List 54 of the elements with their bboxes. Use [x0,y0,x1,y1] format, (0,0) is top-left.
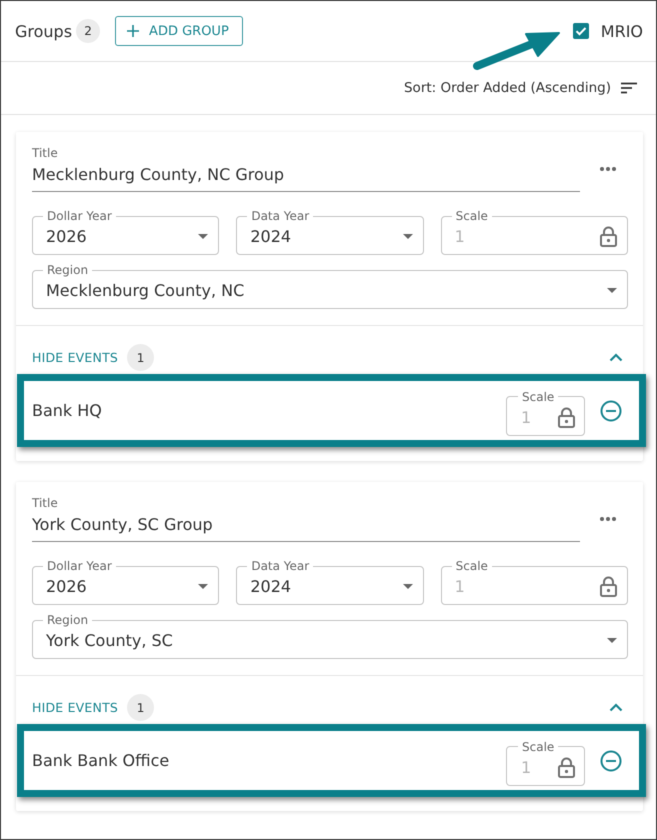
field-label: Data Year [250,559,310,573]
count-badge: 1 [127,344,154,371]
field-label: Scale [521,390,556,404]
field-label: Title [32,496,59,511]
field-label: Scale [521,740,556,754]
field-label: Data Year [250,209,310,223]
more-icon[interactable] [600,517,616,521]
input-field: Scale 1 [506,740,585,786]
hide-events-button[interactable]: HIDE EVENTS [32,700,118,715]
field-label: Dollar Year [46,559,113,573]
checkbox[interactable] [572,23,589,39]
plus-icon [127,25,140,37]
caret-down-icon [606,638,617,643]
chevron-up-icon[interactable] [609,353,623,362]
caret-down-icon [402,584,413,589]
sort-icon[interactable] [621,82,637,94]
lock-icon [600,226,617,247]
lock-icon [558,756,575,778]
remove-icon[interactable] [600,750,622,772]
count-badge: 2 [76,19,100,43]
field-label: Scale [454,209,489,223]
caret-down-icon [606,288,617,293]
chevron-up-icon[interactable] [609,703,623,712]
event-name: Bank Bank Office [32,751,170,770]
caret-down-icon [198,234,208,239]
more-icon[interactable] [600,167,616,171]
hide-events-button[interactable]: HIDE EVENTS [32,350,118,365]
checkbox-label[interactable]: MRIO [600,22,643,40]
sort-label[interactable]: Sort: Order Added (Ascending) [404,80,611,96]
title-field[interactable]: Title Mecklenburg County, NC Group [32,146,580,192]
title-field[interactable]: Title York County, SC Group [32,496,580,542]
lock-icon [558,406,575,428]
event-name: Bank HQ [32,401,103,420]
field-label: Dollar Year [46,209,113,223]
remove-icon[interactable] [600,400,622,422]
select-field[interactable]: Data Year 2024 [236,559,424,605]
caret-down-icon [402,234,413,239]
field-label: Region [46,613,90,627]
input-field: Scale 1 [440,559,628,605]
select-field[interactable]: Dollar Year 2026 [32,559,220,605]
input-field: Scale 1 [440,209,628,255]
select-field[interactable]: Dollar Year 2026 [32,209,220,255]
count-badge: 1 [127,694,154,721]
field-label: Title [32,146,59,161]
field-label: Region [46,263,90,277]
add-group-button[interactable]: ADD GROUP [115,16,243,46]
select-field[interactable]: Data Year 2024 [236,209,424,255]
lock-icon [600,576,617,597]
caret-down-icon [198,584,208,589]
select-field[interactable]: Region York County, SC [32,613,628,659]
section-title: Groups [15,22,72,40]
field-label: Scale [454,559,489,573]
input-field: Scale 1 [506,390,585,436]
select-field[interactable]: Region Mecklenburg County, NC [32,263,628,309]
